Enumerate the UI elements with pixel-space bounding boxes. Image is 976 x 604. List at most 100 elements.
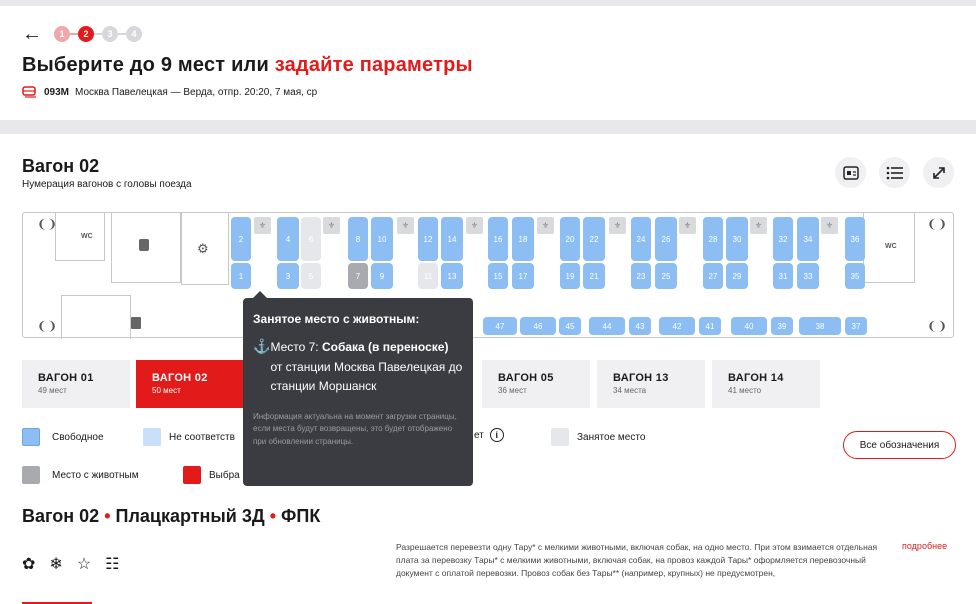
table-icon: ⚜: [609, 217, 626, 234]
seat[interactable]: 15: [488, 263, 508, 289]
seat[interactable]: 12: [418, 217, 438, 261]
table-icon: ⚜: [397, 217, 414, 234]
more-link[interactable]: подробнее: [902, 541, 947, 551]
route-text: Москва Павелецкая — Верда, отпр. 20:20, …: [75, 86, 318, 98]
tab-wagon-01[interactable]: ВАГОН 01 49 мест: [22, 360, 130, 408]
info-icon[interactable]: i: [489, 428, 504, 442]
legend-free: Свободное: [22, 428, 104, 446]
seat[interactable]: 11: [418, 263, 438, 289]
seat[interactable]: 18: [512, 217, 534, 261]
step-indicator: 1 2 3 4: [54, 26, 142, 42]
conductor-icon: [139, 239, 149, 251]
list-icon: [886, 166, 903, 179]
table-icon: ⚜: [679, 217, 696, 234]
side-seat[interactable]: 42: [659, 317, 695, 335]
seat[interactable]: 36: [845, 217, 865, 261]
legend-occupied: Занятое место: [551, 428, 645, 446]
side-seat[interactable]: 39: [771, 317, 793, 335]
seat[interactable]: 7: [348, 263, 368, 289]
tab-wagon-05[interactable]: ВАГОН 05 36 мест: [482, 360, 590, 408]
side-seat[interactable]: 45: [559, 317, 581, 335]
hanger-icon: ☆: [76, 556, 92, 573]
seat[interactable]: 31: [773, 263, 793, 289]
seat[interactable]: 10: [371, 217, 393, 261]
seat[interactable]: 27: [703, 263, 723, 289]
seat[interactable]: 25: [655, 263, 677, 289]
seat[interactable]: 5: [301, 263, 321, 289]
person-icon: ❨❩: [37, 319, 58, 333]
wc-label: WC: [81, 233, 93, 240]
legend-selected: Выбра: [183, 466, 240, 484]
table-icon: ⚜: [323, 217, 340, 234]
seat[interactable]: 16: [488, 217, 508, 261]
seat[interactable]: 33: [797, 263, 819, 289]
train-number: 093М: [44, 86, 70, 98]
seat[interactable]: 35: [845, 263, 865, 289]
side-seat[interactable]: 46: [520, 317, 556, 335]
tab-wagon-02[interactable]: ВАГОН 02 50 мест: [136, 360, 244, 408]
side-seat[interactable]: 41: [699, 317, 721, 335]
side-seat[interactable]: 37: [845, 317, 867, 335]
paw-icon: ⚓: [253, 338, 271, 354]
seat[interactable]: 14: [441, 217, 463, 261]
step-1[interactable]: 1: [54, 26, 70, 42]
seat[interactable]: 34: [797, 217, 819, 261]
legend-nomatch-tail: ет i: [474, 428, 504, 442]
back-arrow-icon[interactable]: ←: [22, 24, 42, 44]
snowflake-icon: ❄: [49, 556, 63, 573]
seat[interactable]: 17: [512, 263, 534, 289]
seat[interactable]: 3: [277, 263, 299, 289]
legend-pet: Место с животным: [22, 466, 139, 484]
seat[interactable]: 13: [441, 263, 463, 289]
seat-tooltip: Занятое место с животным: ⚓ Место 7: Соб…: [243, 291, 473, 486]
set-params-link[interactable]: задайте параметры: [275, 54, 473, 76]
legend-nomatch: Не соответств: [143, 428, 235, 446]
side-seat[interactable]: 40: [731, 317, 767, 335]
side-seat[interactable]: 44: [589, 317, 625, 335]
seat[interactable]: 21: [583, 263, 605, 289]
tooltip-note: Информация актуальна на момент загрузки …: [253, 411, 457, 446]
seat[interactable]: 22: [583, 217, 605, 261]
seat[interactable]: 29: [726, 263, 748, 289]
top-strip: [0, 0, 976, 6]
step-2: 2: [78, 26, 94, 42]
person-icon: ❨❩: [927, 217, 948, 231]
tab-wagon-14[interactable]: ВАГОН 14 41 место: [712, 360, 820, 408]
wc-label-right: WC: [885, 243, 897, 250]
expand-button[interactable]: [923, 157, 954, 188]
side-seat[interactable]: 38: [799, 317, 841, 335]
seat[interactable]: 2: [231, 217, 251, 261]
step-3: 3: [102, 26, 118, 42]
tab-wagon-13[interactable]: ВАГОН 13 34 места: [597, 360, 705, 408]
side-seat[interactable]: 43: [629, 317, 651, 335]
paw-icon: ✿: [22, 556, 36, 573]
seat[interactable]: 4: [277, 217, 299, 261]
seat[interactable]: 1: [231, 263, 251, 289]
seat[interactable]: 28: [703, 217, 723, 261]
train-icon: [22, 86, 36, 98]
seat[interactable]: 32: [773, 217, 793, 261]
tooltip-title: Занятое место с животным:: [253, 312, 420, 326]
card-icon: [842, 165, 859, 180]
seat[interactable]: 26: [655, 217, 677, 261]
step-4: 4: [126, 26, 142, 42]
expand-icon: [932, 166, 945, 179]
pet-rules-text: Разрешается перевезти одну Тару* с мелки…: [396, 542, 878, 578]
luggage-icon: [131, 317, 141, 329]
seat[interactable]: 20: [560, 217, 580, 261]
wagon-section-title: Вагон 02 • Плацкартный 3Д • ФПК: [22, 506, 321, 526]
all-legend-button[interactable]: Все обозначения: [843, 431, 956, 459]
seat[interactable]: 24: [631, 217, 651, 261]
wagon-subtitle: Нумерация вагонов с головы поезда: [22, 179, 192, 190]
seat[interactable]: 23: [631, 263, 651, 289]
list-view-button[interactable]: [879, 157, 910, 188]
seat[interactable]: 19: [560, 263, 580, 289]
seat[interactable]: 30: [726, 217, 748, 261]
table-icon: ⚜: [821, 217, 838, 234]
seat[interactable]: 6: [301, 217, 321, 261]
seat[interactable]: 9: [371, 263, 393, 289]
seat[interactable]: 8: [348, 217, 368, 261]
side-seat[interactable]: 47: [483, 317, 517, 335]
scheme-view-button[interactable]: [835, 157, 866, 188]
table-icon: ⚜: [466, 217, 483, 234]
